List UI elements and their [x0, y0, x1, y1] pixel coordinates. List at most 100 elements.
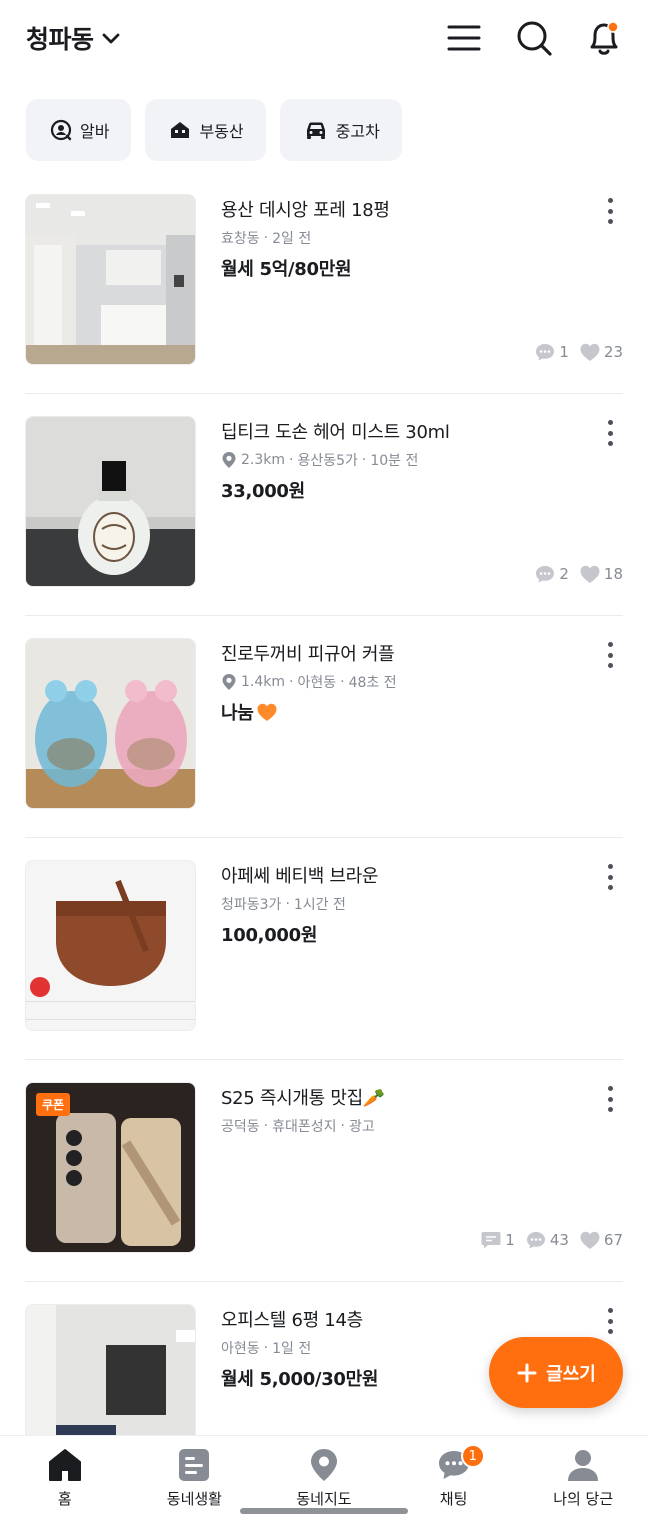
- list-item[interactable]: 진로두꺼비 피규어 커플 1.4km · 아현동 · 48초 전 나눔: [25, 616, 623, 838]
- nav-my-profile[interactable]: 나의 당근: [518, 1436, 648, 1523]
- item-thumbnail: [25, 638, 196, 809]
- chip-label: 알바: [80, 122, 110, 141]
- item-location: 효창동: [221, 231, 260, 247]
- write-post-label: 글쓰기: [546, 1363, 596, 1385]
- car-icon: [306, 122, 325, 139]
- more-options-icon[interactable]: [603, 860, 617, 894]
- item-title: S25 즉시개통 맛집🥕: [221, 1088, 385, 1109]
- list-item[interactable]: 아페쎄 베티백 브라운 청파동3가 · 1시간 전 100,000원: [25, 838, 623, 1060]
- comment-icon: [536, 566, 555, 583]
- chat-badge: 1: [460, 1444, 485, 1468]
- item-list: 용산 데시앙 포레 18평 효창동 · 2일 전 월세 5억/80만원 1 23 딥…: [0, 172, 648, 1504]
- item-stats: 1 43 67: [480, 1230, 623, 1250]
- comment-count: 1: [559, 343, 569, 361]
- ad-label: 광고: [348, 1119, 375, 1135]
- location-pin-icon: [222, 674, 236, 690]
- chip-used-cars[interactable]: 중고차: [279, 99, 402, 161]
- plus-icon: [517, 1363, 537, 1382]
- item-meta: 1.4km · 아현동 · 48초 전: [221, 672, 397, 692]
- chip-jobs[interactable]: 알바: [26, 99, 132, 161]
- item-meta: 아현동 · 1일 전: [221, 1340, 312, 1357]
- item-thumbnail: [25, 860, 196, 1031]
- category-chips: 알바 부동산 중고차: [26, 99, 402, 161]
- item-location: 공덕동: [221, 1119, 260, 1135]
- house-icon: [171, 122, 190, 138]
- item-price: 나눔: [221, 699, 278, 725]
- comment-count: 2: [559, 565, 569, 583]
- location-selector[interactable]: 청파동: [26, 20, 122, 56]
- search-icon[interactable]: [514, 18, 554, 58]
- item-title: 오피스텔 6평 14층: [221, 1310, 363, 1331]
- coupon-badge: 쿠폰: [36, 1093, 71, 1116]
- nav-home[interactable]: 홈: [0, 1436, 130, 1523]
- write-post-button[interactable]: 글쓰기: [489, 1337, 623, 1408]
- orange-heart-icon: [257, 703, 277, 721]
- item-distance: 1.4km: [241, 674, 286, 690]
- list-item[interactable]: 딥티크 도손 헤어 미스트 30ml 2.3km · 용산동5가 · 10분 전 33,…: [25, 394, 623, 616]
- nav-label: 홈: [57, 1490, 72, 1508]
- chip-label: 중고차: [335, 122, 380, 141]
- item-thumbnail: 쿠폰: [25, 1082, 196, 1253]
- app-header: 청파동: [0, 0, 648, 84]
- like-count: 23: [603, 343, 623, 361]
- bell-icon[interactable]: [584, 18, 624, 58]
- heart-icon: [580, 1231, 600, 1249]
- item-price-text: 나눔: [221, 703, 254, 724]
- post-icon: [179, 1449, 210, 1481]
- gesture-home-bar: [240, 1508, 408, 1514]
- more-options-icon[interactable]: [603, 638, 617, 672]
- item-distance: 2.3km: [241, 452, 286, 468]
- item-time: 1시간 전: [293, 897, 346, 913]
- chat-bubble-icon: [481, 1232, 501, 1249]
- comment-icon: [526, 1232, 545, 1249]
- location-pin-icon: [222, 452, 236, 468]
- nav-chat[interactable]: 1 채팅: [389, 1436, 519, 1523]
- item-shop: 휴대폰성지: [272, 1119, 337, 1135]
- item-title: 진로두꺼비 피규어 커플: [221, 644, 395, 665]
- comment-count: 43: [549, 1231, 569, 1249]
- item-time: 48초 전: [348, 675, 397, 691]
- item-meta: 청파동3가 · 1시간 전: [221, 896, 346, 913]
- item-stats: 2 18: [534, 564, 623, 584]
- more-options-icon[interactable]: [603, 416, 617, 450]
- chip-label: 부동산: [199, 122, 244, 141]
- item-time: 2일 전: [272, 231, 312, 247]
- item-thumbnail: [25, 416, 196, 587]
- item-time: 1일 전: [272, 1341, 312, 1357]
- like-count: 67: [603, 1231, 623, 1249]
- item-location: 용산동5가: [297, 453, 358, 469]
- like-count: 18: [603, 565, 623, 583]
- more-options-icon[interactable]: [603, 1304, 617, 1338]
- person-icon: [568, 1450, 599, 1481]
- list-item-ad[interactable]: 쿠폰 S25 즉시개통 맛집🥕 공덕동 · 휴대폰성지 · 광고 1 43 67: [25, 1060, 623, 1282]
- item-time: 10분 전: [370, 453, 419, 469]
- home-icon: [48, 1449, 81, 1481]
- heart-icon: [580, 565, 600, 583]
- item-thumbnail: [25, 194, 196, 365]
- map-pin-icon: [310, 1449, 337, 1481]
- chip-real-estate[interactable]: 부동산: [145, 99, 266, 161]
- person-search-icon: [50, 119, 72, 141]
- item-meta: 2.3km · 용산동5가 · 10분 전: [221, 450, 418, 470]
- item-meta: 효창동 · 2일 전: [221, 230, 312, 247]
- item-location: 아현동: [297, 675, 337, 691]
- chat-count: 1: [505, 1231, 515, 1249]
- menu-icon[interactable]: [444, 18, 484, 58]
- nav-label: 채팅: [439, 1490, 468, 1508]
- nav-label: 동네생활: [166, 1490, 222, 1508]
- notification-dot: [607, 21, 619, 33]
- heart-icon: [580, 343, 600, 361]
- item-meta: 공덕동 · 휴대폰성지 · 광고: [221, 1118, 375, 1135]
- more-options-icon[interactable]: [603, 1082, 617, 1116]
- nav-label: 나의 당근: [553, 1490, 614, 1508]
- item-location: 청파동3가: [221, 897, 282, 913]
- item-price: 100,000원: [221, 925, 318, 946]
- nav-label: 동네지도: [296, 1490, 352, 1508]
- item-stats: 1 23: [534, 342, 623, 362]
- item-price: 월세 5,000/30만원: [221, 1369, 379, 1390]
- list-item[interactable]: 용산 데시앙 포레 18평 효창동 · 2일 전 월세 5억/80만원 1 23: [25, 172, 623, 394]
- item-title: 용산 데시앙 포레 18평: [221, 200, 390, 221]
- chevron-down-icon: [102, 33, 119, 44]
- item-location: 아현동: [221, 1341, 260, 1357]
- more-options-icon[interactable]: [603, 194, 617, 228]
